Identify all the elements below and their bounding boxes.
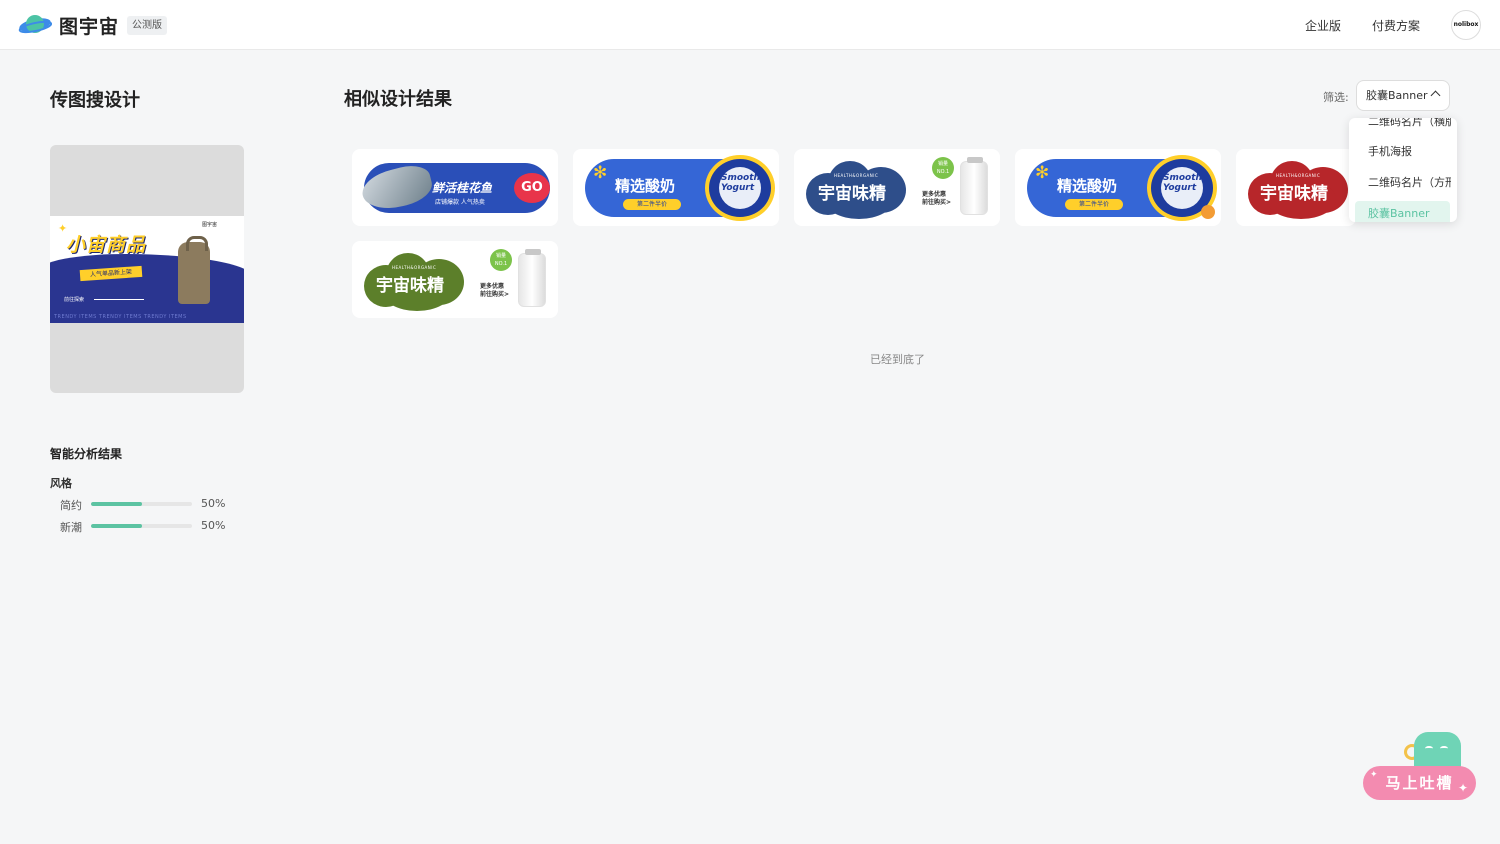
stat-bar [91, 502, 192, 506]
top-header: 图宇宙 公测版 企业版 付费方案 nolibox [0, 0, 1500, 50]
card-head: HEALTH&ORGANIC [834, 173, 879, 178]
card-promo: 更多优惠 前往购买> [922, 191, 952, 206]
chevron-up-icon [1430, 90, 1441, 101]
filter-select[interactable]: 胶囊Banner [1356, 80, 1450, 111]
style-label: 风格 [50, 477, 72, 490]
card-sub: 店铺爆款 人气热卖 [435, 199, 485, 206]
orange-dot [1201, 205, 1215, 219]
flower-icon: ✻ [593, 163, 608, 183]
uploaded-image-footer: TRENDY ITEMS TRENDY ITEMS TRENDY ITEMS [54, 314, 187, 320]
card-title: 宇宙味精 [1260, 184, 1328, 204]
cup-text: Smooth Yogurt [1163, 173, 1202, 193]
cup-text: Smooth Yogurt [721, 173, 760, 193]
upload-search-title: 传图搜设计 [50, 90, 140, 111]
end-of-list-note: 已经到底了 [870, 353, 925, 366]
card-head: HEALTH&ORGANIC [392, 265, 437, 270]
stat-value: 50% [201, 519, 226, 532]
dropdown-item-selected[interactable]: 胶囊Banner [1355, 201, 1450, 222]
result-card[interactable]: HEALTH&ORGANIC 宇宙味精 销量 NO.1 更多优惠 前往购买> [352, 241, 558, 318]
card-title: 鲜活桂花鱼 [432, 181, 493, 195]
result-card[interactable]: HEALTH&ORGANIC 宇宙味精 [1236, 149, 1356, 226]
user-avatar[interactable]: nolibox [1451, 10, 1481, 40]
uploaded-image: ✦ 小宙商品 人气单品新上架 前往探索 TRENDY ITEMS TRENDY … [50, 216, 244, 323]
jar-image [960, 157, 988, 215]
dropdown-item[interactable]: 二维码名片（方形） [1349, 170, 1451, 196]
dropdown-item[interactable]: 手机海报 [1349, 139, 1451, 165]
card-title: 精选酸奶 [615, 177, 676, 195]
uploaded-image-headline: 小宙商品 [66, 234, 147, 256]
filter-label: 筛选: [1323, 91, 1349, 104]
tactical-vest-image [178, 236, 210, 304]
dropdown-item[interactable]: 二维码名片（横版） [1349, 118, 1451, 135]
uploaded-image-box[interactable]: ✦ 小宙商品 人气单品新上架 前往探索 TRENDY ITEMS TRENDY … [50, 145, 244, 393]
card-seal: 销量 NO.1 [490, 249, 512, 271]
card-badge: 第二件半价 [623, 199, 681, 210]
results-title: 相似设计结果 [344, 89, 452, 110]
jar-image [518, 249, 546, 307]
card-head: HEALTH&ORGANIC [1276, 173, 1321, 178]
card-title: 宇宙味精 [818, 184, 886, 204]
stat-name: 简约 [60, 499, 82, 512]
brand-name[interactable]: 图宇宙 [59, 12, 119, 39]
result-card[interactable]: ✻ 精选酸奶 第二件半价 Smooth Yogurt [1015, 149, 1221, 226]
nav-pricing[interactable]: 付费方案 [1372, 17, 1420, 34]
planet-logo-icon[interactable] [18, 12, 52, 38]
card-title: 宇宙味精 [376, 276, 444, 296]
filter-value: 胶囊Banner [1366, 89, 1428, 102]
nav-enterprise[interactable]: 企业版 [1305, 17, 1341, 34]
stat-bar [91, 524, 192, 528]
beta-badge: 公测版 [127, 16, 167, 35]
style-stat-row: 新潮 50% [60, 519, 240, 534]
card-title: 精选酸奶 [1057, 177, 1118, 195]
filter-dropdown: 二维码名片（横版） 手机海报 二维码名片（方形） 胶囊Banner [1349, 118, 1457, 222]
sparkle-icon: ✦ [1370, 770, 1378, 780]
result-card[interactable]: 鲜活桂花鱼 店铺爆款 人气热卖 GO [352, 149, 558, 226]
card-seal: 销量 NO.1 [932, 157, 954, 179]
sparkle-icon: ✦ [1458, 781, 1469, 795]
uploaded-image-sub: 前往探索 [64, 297, 85, 303]
flower-icon: ✻ [1035, 163, 1050, 183]
stat-name: 新潮 [60, 521, 82, 534]
card-cta: GO [514, 173, 550, 203]
style-stat-row: 简约 50% [60, 497, 240, 512]
result-card[interactable]: ✻ 精选酸奶 第二件半价 Smooth Yogurt [573, 149, 779, 226]
analysis-title: 智能分析结果 [50, 447, 123, 461]
card-badge: 第二件半价 [1065, 199, 1123, 210]
result-card[interactable]: HEALTH&ORGANIC 宇宙味精 销量 NO.1 更多优惠 前往购买> [794, 149, 1000, 226]
stat-value: 50% [201, 497, 226, 510]
uploaded-image-brand: 图宇宙 [202, 222, 218, 228]
card-promo: 更多优惠 前往购买> [480, 283, 510, 298]
